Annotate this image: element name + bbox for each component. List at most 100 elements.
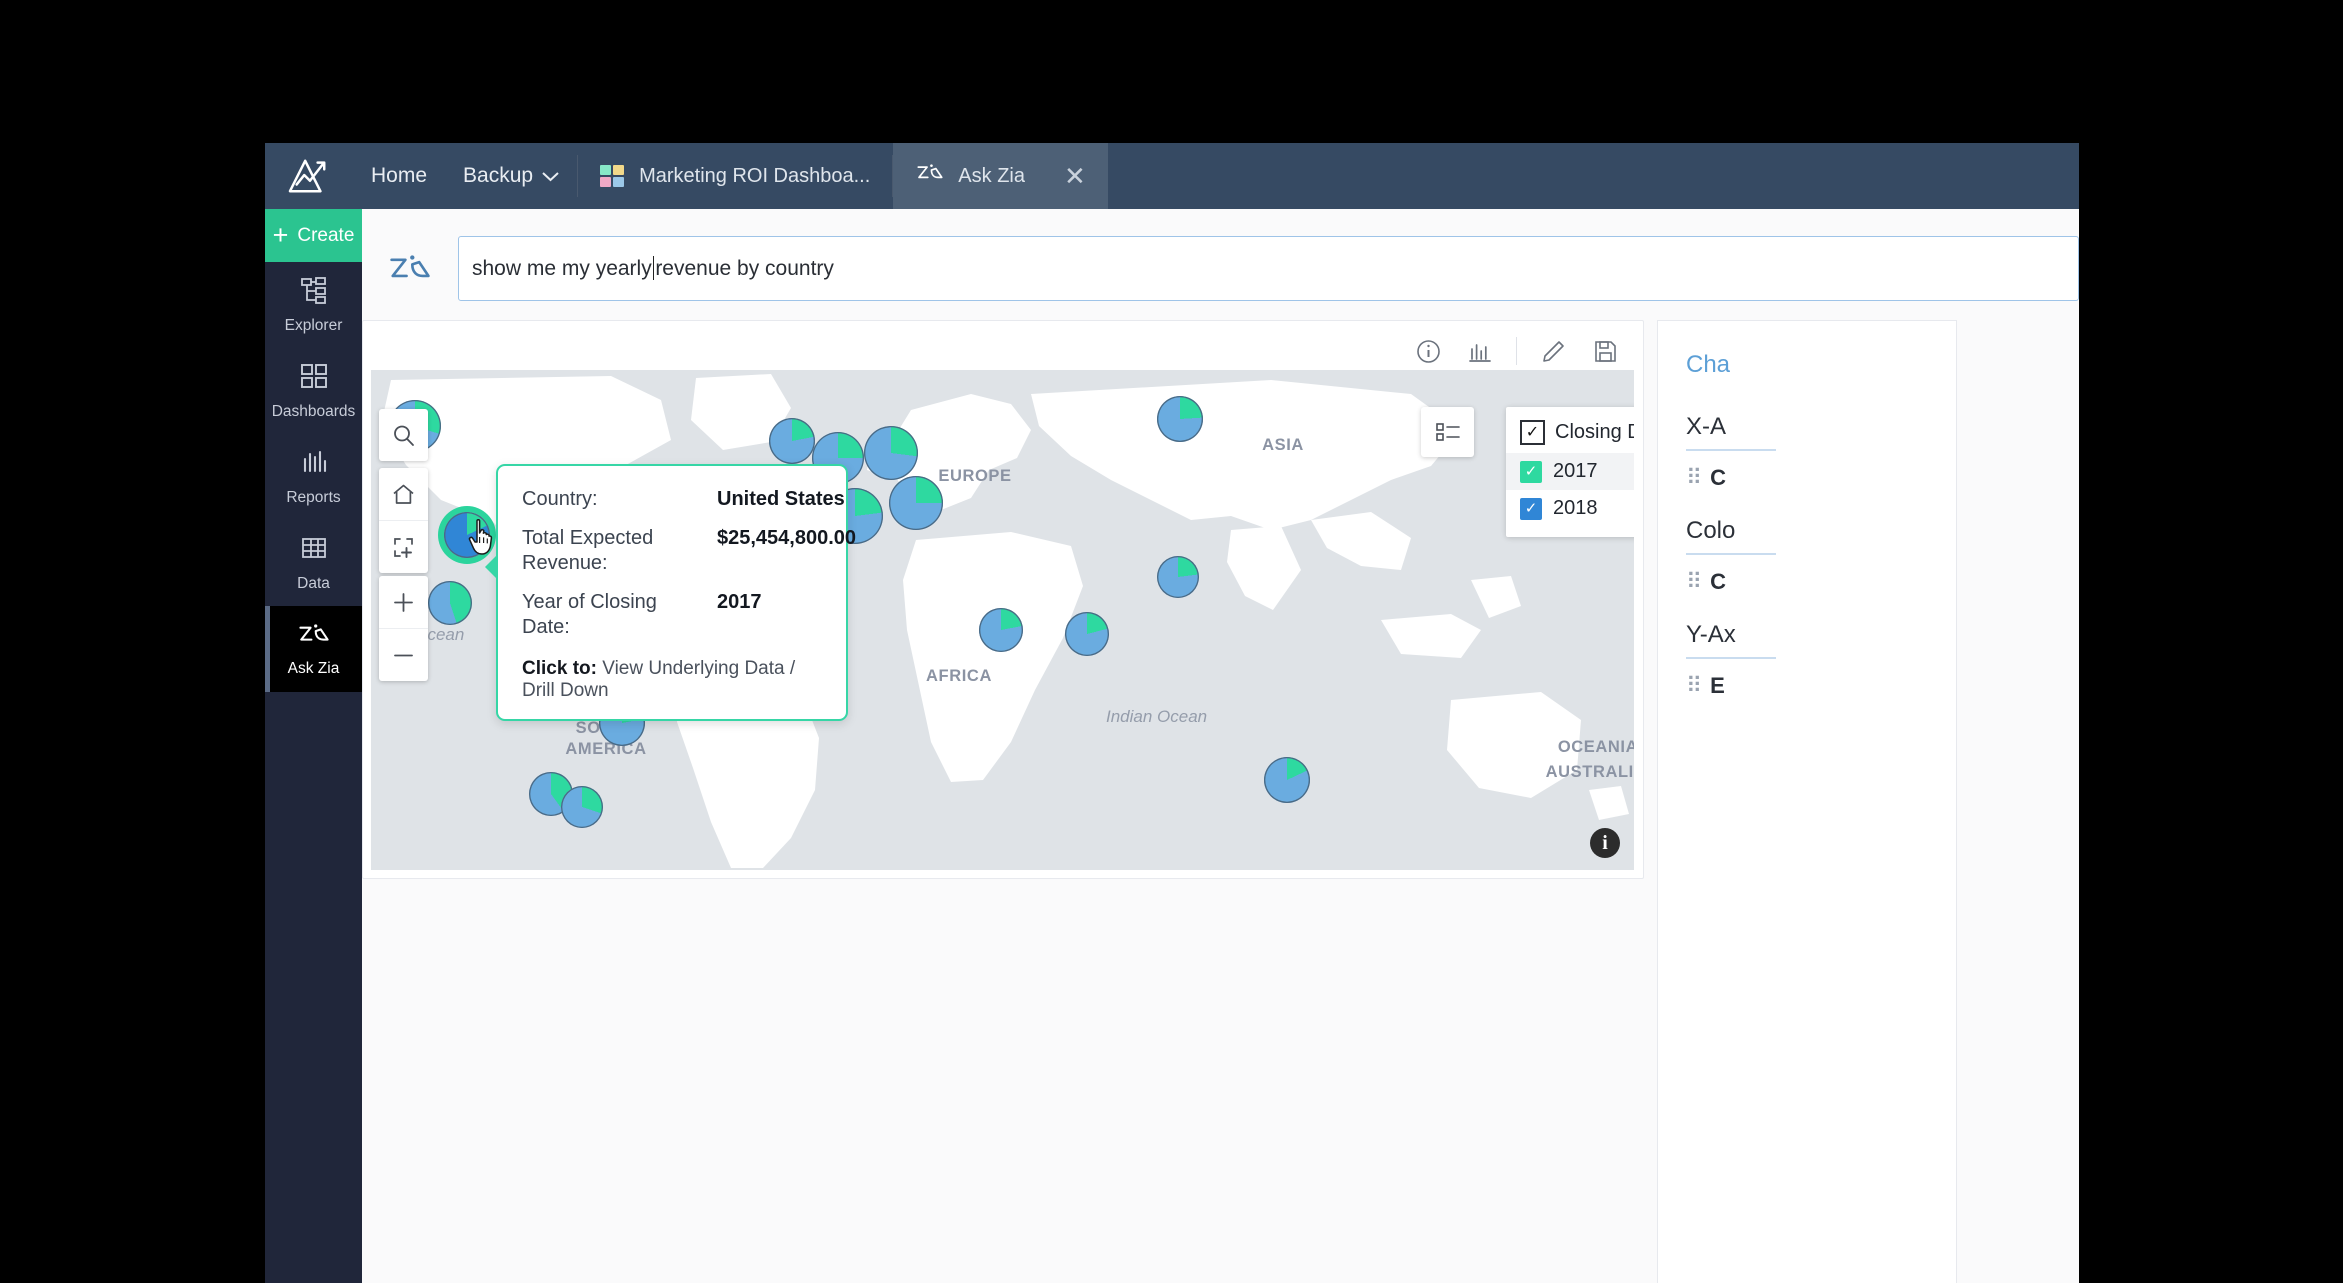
top-bar: Home Backup Marketing ROI Dashboa... Ask… bbox=[265, 143, 2079, 209]
map-tooltip: Country: United States Total Expected Re… bbox=[485, 464, 856, 721]
legend-checkbox-2018[interactable]: ✓ bbox=[1520, 497, 1542, 520]
pie-marker[interactable] bbox=[561, 786, 603, 828]
legend-list-icon bbox=[1435, 423, 1460, 441]
app-window: Home Backup Marketing ROI Dashboa... Ask… bbox=[265, 143, 2079, 1283]
legend-title-row[interactable]: ✓ Closing Dat bbox=[1506, 414, 1634, 453]
map-label-oceania: OCEANIA bbox=[1557, 738, 1634, 756]
create-label: Create bbox=[297, 224, 355, 246]
explorer-tree-icon bbox=[299, 275, 329, 310]
close-icon[interactable]: ✕ bbox=[1064, 163, 1086, 189]
sidebar: + Create Explorer Dashboards Reports Dat… bbox=[265, 209, 362, 1283]
reports-bars-icon bbox=[299, 447, 329, 482]
x-axis-label: X-A bbox=[1686, 413, 1727, 440]
tooltip-value: United States bbox=[717, 488, 845, 510]
drag-handle-icon: ⠿ bbox=[1686, 673, 1703, 698]
sidebar-item-label: Reports bbox=[286, 489, 341, 506]
geo-map[interactable]: NORTHAMERICA SOUTHAMERICA EUROPE AFRICA … bbox=[371, 370, 1634, 870]
toolbar-divider bbox=[1516, 337, 1517, 365]
home-icon[interactable] bbox=[379, 468, 428, 520]
pie-marker[interactable] bbox=[1264, 757, 1310, 803]
nav-home[interactable]: Home bbox=[353, 143, 445, 209]
pie-marker-united-states-selected[interactable] bbox=[444, 512, 490, 558]
info-badge-icon[interactable]: i bbox=[1590, 828, 1620, 858]
pie-marker[interactable] bbox=[1157, 396, 1203, 442]
map-label-europe: EUROPE bbox=[938, 467, 1012, 485]
tooltip-value: $25,454,800.00 bbox=[717, 527, 857, 549]
nav-home-label: Home bbox=[371, 164, 428, 187]
pencil-icon[interactable] bbox=[1527, 329, 1579, 373]
tooltip-footer: Click to: View Underlying Data / Drill D… bbox=[522, 658, 822, 702]
plus-icon[interactable] bbox=[379, 576, 428, 628]
tab-marketing-roi-dashboard[interactable]: Marketing ROI Dashboa... bbox=[578, 143, 892, 209]
section-rule bbox=[1686, 449, 1776, 451]
save-floppy-icon[interactable] bbox=[1579, 329, 1631, 373]
tooltip-key: Country: bbox=[522, 488, 598, 510]
pie-marker[interactable] bbox=[1157, 556, 1199, 598]
bar-chart-icon[interactable] bbox=[1454, 329, 1506, 373]
panel-title: Cha bbox=[1686, 351, 1731, 378]
create-button[interactable]: + Create bbox=[265, 209, 362, 262]
query-text: show me my yearly revenue by country bbox=[472, 256, 834, 281]
minus-icon[interactable] bbox=[379, 628, 428, 681]
zia-icon bbox=[362, 250, 458, 288]
select-area-plus-icon[interactable] bbox=[379, 520, 428, 573]
sidebar-item-label: Ask Zia bbox=[287, 659, 340, 677]
plus-icon: + bbox=[272, 220, 289, 250]
tooltip-footer-label: Click to: bbox=[522, 658, 597, 679]
y-axis-value[interactable]: ⠿ E bbox=[1686, 673, 1956, 699]
app-logo[interactable] bbox=[265, 143, 353, 209]
tooltip-rows: Country: United States Total Expected Re… bbox=[522, 487, 856, 640]
nav-backup-label: Backup bbox=[463, 164, 534, 187]
sidebar-item-reports[interactable]: Reports bbox=[265, 434, 362, 520]
color-label: Colo bbox=[1686, 517, 1736, 544]
nav-backup[interactable]: Backup bbox=[445, 143, 577, 209]
query-text-after: revenue by country bbox=[655, 257, 834, 280]
sidebar-item-label: Explorer bbox=[284, 317, 343, 334]
legend-checkbox-2017[interactable]: ✓ bbox=[1520, 460, 1542, 483]
chart-toolbar bbox=[1402, 329, 1631, 373]
map-search-control[interactable] bbox=[379, 409, 428, 461]
map-view-controls bbox=[379, 468, 428, 573]
magnifier-icon[interactable] bbox=[379, 409, 428, 461]
ocean-label-indian: Indian Ocean bbox=[1106, 707, 1208, 726]
section-rule bbox=[1686, 657, 1776, 659]
tab-label: Marketing ROI Dashboa... bbox=[639, 164, 871, 187]
pie-marker[interactable] bbox=[979, 608, 1023, 652]
sidebar-item-label: Dashboards bbox=[271, 403, 356, 420]
search-input[interactable]: show me my yearly revenue by country bbox=[458, 236, 2079, 301]
legend-item-2017[interactable]: ✓ 2017 bbox=[1506, 453, 1634, 490]
map-label-australia: AUSTRALIA bbox=[1545, 763, 1634, 781]
tooltip-key: Year of Closing Date: bbox=[522, 591, 657, 638]
legend-item-2018[interactable]: ✓ 2018 bbox=[1506, 490, 1634, 527]
zia-icon bbox=[915, 162, 945, 190]
query-text-before: show me my yearly bbox=[472, 257, 652, 280]
sidebar-item-ask-zia[interactable]: Ask Zia bbox=[265, 606, 362, 692]
pie-marker[interactable] bbox=[864, 426, 918, 480]
info-circle-icon[interactable] bbox=[1402, 329, 1454, 373]
tab-label: Ask Zia bbox=[958, 164, 1025, 187]
legend-item-label: 2018 bbox=[1553, 497, 1598, 519]
tooltip-arrow bbox=[485, 554, 498, 580]
pie-marker[interactable] bbox=[1065, 612, 1109, 656]
drag-handle-icon: ⠿ bbox=[1686, 465, 1703, 490]
chevron-down-icon bbox=[542, 164, 559, 188]
pie-marker[interactable] bbox=[769, 418, 815, 464]
drag-handle-icon: ⠿ bbox=[1686, 569, 1703, 594]
sidebar-item-explorer[interactable]: Explorer bbox=[265, 262, 362, 348]
legend-toggle-button[interactable] bbox=[1421, 407, 1474, 457]
chart-card: NORTHAMERICA SOUTHAMERICA EUROPE AFRICA … bbox=[362, 320, 1644, 879]
zia-icon bbox=[297, 621, 331, 653]
map-label-asia: ASIA bbox=[1262, 436, 1304, 454]
query-row: show me my yearly revenue by country bbox=[362, 209, 2079, 328]
tab-ask-zia[interactable]: Ask Zia ✕ bbox=[893, 143, 1108, 209]
pie-marker[interactable] bbox=[428, 581, 472, 625]
pie-marker[interactable] bbox=[889, 476, 943, 530]
x-axis-value[interactable]: ⠿ C bbox=[1686, 465, 1956, 491]
checked-box-icon[interactable]: ✓ bbox=[1520, 420, 1545, 445]
legend-panel[interactable]: ✓ Closing Dat ✓ 2017 ✓ 2018 bbox=[1506, 407, 1634, 537]
sidebar-item-dashboards[interactable]: Dashboards bbox=[265, 348, 362, 434]
color-value[interactable]: ⠿ C bbox=[1686, 569, 1956, 595]
sidebar-item-data[interactable]: Data bbox=[265, 520, 362, 606]
legend-title: Closing Dat bbox=[1555, 421, 1634, 443]
y-axis-label: Y-Ax bbox=[1686, 621, 1736, 648]
